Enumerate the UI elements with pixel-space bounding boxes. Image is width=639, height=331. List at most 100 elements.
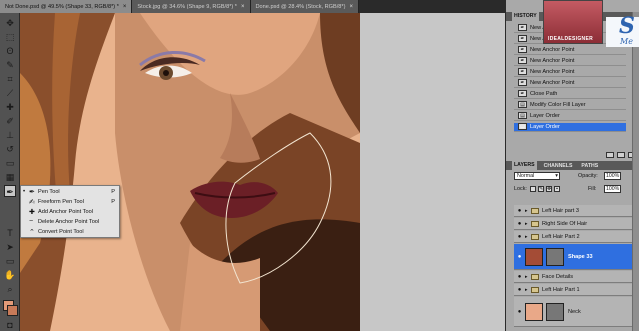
layer-group[interactable]: ● ▸ Left Hair Part 1	[514, 284, 639, 296]
tab-label: Done.psd @ 28.4% (Stock, RGB/8*)	[255, 3, 346, 10]
tab-layers[interactable]: LAYERS	[512, 161, 537, 170]
folder-icon	[531, 233, 539, 240]
close-icon[interactable]: ×	[123, 4, 127, 10]
eraser-icon[interactable]: ▭	[4, 157, 16, 169]
pen-state-icon: ✒	[518, 68, 527, 76]
history-state-label: New Anchor Point	[530, 79, 575, 86]
freeform-pen-icon: ✍	[29, 198, 35, 206]
tab-not-done[interactable]: Not Done.psd @ 49.5% (Shape 33, RGB/8*) …	[0, 0, 133, 13]
menu-item-pen-tool[interactable]: • ✒ Pen Tool P	[23, 187, 119, 196]
move-tool-icon[interactable]: ✥	[4, 17, 16, 29]
blend-mode-select[interactable]: Normal	[514, 172, 560, 180]
vector-mask-thumbnail	[546, 302, 564, 321]
new-snapshot-icon[interactable]	[617, 152, 625, 158]
fill-label: Fill:	[588, 186, 597, 192]
history-state[interactable]: ✒New Anchor Point	[514, 79, 626, 88]
portrait-illustration	[20, 13, 360, 331]
shape-tool-icon[interactable]: ▭	[4, 255, 16, 267]
quick-mask-icon[interactable]: ◘	[4, 319, 16, 331]
tab-paths[interactable]: PATHS	[579, 163, 600, 169]
close-icon[interactable]: ×	[349, 4, 353, 10]
menu-item-label: Add Anchor Point Tool	[38, 208, 93, 215]
layer-name: Face Details	[542, 273, 574, 280]
history-state[interactable]: ✒New Anchor Point	[514, 46, 626, 55]
eye-icon[interactable]: ●	[514, 254, 525, 260]
tab-stock[interactable]: Stock.jpg @ 34.6% (Shape 9, RGB/8*) * ×	[132, 0, 251, 13]
history-state[interactable]: ✒New Anchor Point	[514, 57, 626, 66]
pen-tool-icon[interactable]: ✒	[4, 185, 16, 197]
pen-state-icon: ✒	[518, 24, 527, 32]
history-state[interactable]: ▤ Layer Order	[514, 112, 626, 121]
folder-icon	[531, 286, 539, 293]
marquee-tool-icon[interactable]: ⬚	[4, 31, 16, 43]
history-state-label: New Anchor Point	[530, 68, 575, 75]
eyedropper-icon[interactable]: ⟋	[4, 87, 16, 99]
lock-position-icon[interactable]: ✥	[546, 186, 552, 192]
eye-icon[interactable]: ●	[514, 234, 525, 240]
menu-item-label: Pen Tool	[38, 188, 60, 195]
eye-icon[interactable]: ●	[514, 309, 525, 315]
lock-transparency-icon[interactable]	[530, 186, 536, 192]
layer-group[interactable]: ● ▸ Left Hair part 3	[514, 205, 639, 217]
eye-icon[interactable]: ●	[514, 208, 525, 214]
hand-tool-icon[interactable]: ✋	[4, 269, 16, 281]
layer-group[interactable]: ● ▸ Face Details	[514, 271, 639, 283]
pasteboard	[360, 13, 505, 331]
layer-state-icon: ▤	[518, 112, 527, 120]
menu-item-delete-anchor-point-tool[interactable]: − Delete Anchor Point Tool	[23, 217, 119, 226]
pen-icon: ✒	[29, 188, 35, 196]
history-state-selected[interactable]: ▤ Layer Order	[514, 123, 626, 132]
history-state-label: Close Path	[530, 90, 558, 97]
brand-subtext: Me	[620, 37, 633, 46]
type-tool-icon[interactable]: T	[4, 227, 16, 239]
zoom-tool-icon[interactable]: ⌕	[4, 283, 16, 295]
crop-tool-icon[interactable]: ⌗	[4, 73, 16, 85]
menu-item-add-anchor-point-tool[interactable]: ✚ Add Anchor Point Tool	[23, 207, 119, 216]
layer-shape[interactable]: ● Neck	[514, 297, 639, 327]
document-canvas[interactable]	[20, 13, 360, 331]
brush-tool-icon[interactable]: ✐	[4, 115, 16, 127]
fill-input[interactable]: 100%	[604, 185, 621, 193]
lasso-tool-icon[interactable]: ʘ	[4, 45, 16, 57]
layer-name: Right Side Of Hair	[542, 220, 588, 227]
layer-thumbnail	[525, 247, 543, 266]
pen-state-icon: ✒	[518, 35, 527, 43]
pen-state-icon: ✒	[518, 46, 527, 54]
layer-group[interactable]: ● ▸ Left Hair Part 2	[514, 231, 639, 243]
close-icon[interactable]: ×	[241, 4, 245, 10]
logo-text: IDEALDESIGNER	[548, 36, 594, 42]
new-document-from-state-icon[interactable]	[606, 152, 614, 158]
history-brush-icon[interactable]: ↺	[4, 143, 16, 155]
history-state[interactable]: ✒ Close Path	[514, 90, 626, 99]
history-state[interactable]: ✒New Anchor Point	[514, 68, 626, 77]
healing-brush-icon[interactable]: ✚	[4, 101, 16, 113]
panel-scrollbar[interactable]	[632, 12, 639, 331]
menu-item-convert-point-tool[interactable]: ⌃ Convert Point Tool	[23, 227, 119, 236]
history-state-label: Layer Order	[530, 123, 560, 130]
tab-done[interactable]: Done.psd @ 28.4% (Stock, RGB/8*) ×	[250, 0, 359, 13]
layer-name: Left Hair Part 2	[542, 233, 580, 240]
gradient-tool-icon[interactable]: ▦	[4, 171, 16, 183]
eye-icon[interactable]: ●	[514, 274, 525, 280]
eye-icon[interactable]: ●	[514, 287, 525, 293]
opacity-input[interactable]: 100%	[604, 172, 621, 180]
clone-stamp-icon[interactable]: ⊥	[4, 129, 16, 141]
layer-group[interactable]: ● ▸ Right Side Of Hair	[514, 218, 639, 230]
background-color-swatch[interactable]	[7, 305, 18, 316]
menu-item-freeform-pen-tool[interactable]: ✍ Freeform Pen Tool P	[23, 197, 119, 206]
history-state-label: New Anchor Point	[530, 57, 575, 64]
layer-shape-selected[interactable]: ● Shape 33	[514, 244, 639, 270]
quick-select-icon[interactable]: ✎	[4, 59, 16, 71]
vector-mask-thumbnail	[546, 247, 564, 266]
add-anchor-icon: ✚	[29, 208, 35, 216]
layer-name: Shape 33	[568, 253, 593, 260]
folder-icon	[531, 207, 539, 214]
lock-all-icon[interactable]: ▪	[554, 186, 560, 192]
history-state[interactable]: ▤ Modify Color Fill Layer	[514, 101, 626, 110]
tab-history[interactable]: HISTORY	[512, 12, 539, 21]
eye-icon[interactable]: ●	[514, 221, 525, 227]
lock-pixels-icon[interactable]: ✎	[538, 186, 544, 192]
tab-channels[interactable]: CHANNELS	[542, 163, 575, 169]
history-state-label: Layer Order	[530, 112, 560, 119]
path-select-icon[interactable]: ➤	[4, 241, 16, 253]
